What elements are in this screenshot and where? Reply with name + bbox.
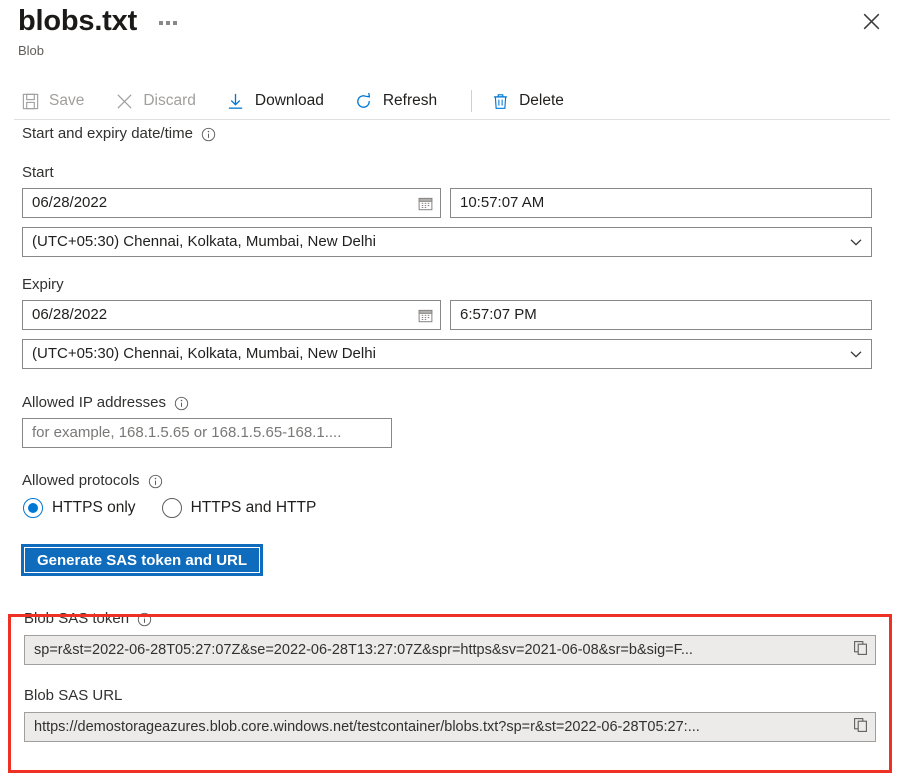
start-timezone-select[interactable]: (UTC+05:30) Chennai, Kolkata, Mumbai, Ne…: [22, 227, 872, 257]
generate-sas-button[interactable]: Generate SAS token and URL: [22, 545, 262, 575]
radio-https-and-http-label: HTTPS and HTTP: [191, 499, 317, 517]
save-button[interactable]: Save: [18, 84, 96, 118]
page-title: blobs.txt: [18, 2, 137, 40]
copy-icon[interactable]: [847, 717, 869, 737]
datetime-section-label: Start and expiry date/time: [22, 124, 902, 144]
expiry-label: Expiry: [22, 275, 902, 295]
command-bar-divider: [471, 90, 472, 112]
info-icon[interactable]: [137, 612, 152, 627]
radio-https-only-label: HTTPS only: [52, 499, 136, 517]
download-button[interactable]: Download: [224, 84, 336, 118]
start-row: 06/28/2022 10:57:07 AM: [22, 188, 872, 218]
ellipsis-dot-icon: [166, 21, 170, 25]
blob-sas-token-label: Blob SAS token: [24, 609, 902, 629]
start-label: Start: [22, 163, 902, 183]
close-icon: [862, 12, 881, 34]
delete-button-label: Delete: [519, 92, 564, 110]
expiry-date-value: 06/28/2022: [32, 301, 414, 329]
allowed-protocols-label-text: Allowed protocols: [22, 471, 140, 491]
refresh-icon: [354, 91, 374, 111]
calendar-icon[interactable]: [414, 196, 433, 211]
start-timezone-value: (UTC+05:30) Chennai, Kolkata, Mumbai, Ne…: [32, 228, 844, 256]
blob-sas-token-field[interactable]: sp=r&st=2022-06-28T05:27:07Z&se=2022-06-…: [24, 635, 876, 665]
radio-indicator-selected: [23, 498, 43, 518]
blob-sas-token-label-text: Blob SAS token: [24, 609, 129, 629]
radio-indicator: [162, 498, 182, 518]
expiry-row: 06/28/2022 6:57:07 PM: [22, 300, 872, 330]
blob-sas-url-label: Blob SAS URL: [24, 686, 902, 706]
close-button[interactable]: [854, 6, 888, 40]
generate-button-wrap: Generate SAS token and URL: [22, 545, 902, 575]
start-time-value: 10:57:07 AM: [460, 189, 864, 217]
blob-sas-token-value: sp=r&st=2022-06-28T05:27:07Z&se=2022-06-…: [34, 642, 847, 658]
calendar-icon[interactable]: [414, 308, 433, 323]
refresh-button-label: Refresh: [383, 92, 437, 110]
blob-sas-url-field[interactable]: https://demostorageazures.blob.core.wind…: [24, 712, 876, 742]
blade-header: blobs.txt Blob: [0, 0, 902, 72]
radio-https-only[interactable]: HTTPS only: [23, 498, 136, 518]
more-commands-button[interactable]: [155, 11, 181, 31]
allowed-protocols-group: HTTPS only HTTPS and HTTP: [23, 498, 902, 518]
expiry-time-value: 6:57:07 PM: [460, 301, 864, 329]
refresh-button[interactable]: Refresh: [352, 84, 449, 118]
command-bar: Save Discard Download: [0, 82, 902, 120]
discard-button[interactable]: Discard: [112, 84, 208, 118]
blob-sas-url-value: https://demostorageazures.blob.core.wind…: [34, 719, 847, 735]
start-date-input[interactable]: 06/28/2022: [22, 188, 441, 218]
radio-https-and-http[interactable]: HTTPS and HTTP: [162, 498, 317, 518]
info-icon[interactable]: [174, 396, 189, 411]
sas-form: Start and expiry date/time Start 06/28/2…: [0, 124, 902, 742]
blob-sas-blade: blobs.txt Blob: [0, 0, 902, 781]
start-date-value: 06/28/2022: [32, 189, 414, 217]
ellipsis-dot-icon: [159, 21, 163, 25]
command-bar-separator: [14, 119, 890, 120]
delete-button[interactable]: Delete: [488, 84, 576, 118]
allowed-ip-placeholder: for example, 168.1.5.65 or 168.1.5.65-16…: [32, 419, 384, 447]
info-icon[interactable]: [201, 127, 216, 142]
save-icon: [20, 91, 40, 111]
info-icon[interactable]: [148, 474, 163, 489]
discard-icon: [114, 91, 134, 111]
chevron-down-icon[interactable]: [844, 234, 864, 250]
expiry-time-input[interactable]: 6:57:07 PM: [450, 300, 872, 330]
discard-button-label: Discard: [143, 92, 196, 110]
ellipsis-dot-icon: [173, 21, 177, 25]
allowed-ip-label-text: Allowed IP addresses: [22, 393, 166, 413]
expiry-timezone-select[interactable]: (UTC+05:30) Chennai, Kolkata, Mumbai, Ne…: [22, 339, 872, 369]
allowed-ip-label: Allowed IP addresses: [22, 393, 902, 413]
allowed-protocols-label: Allowed protocols: [22, 471, 902, 491]
delete-icon: [490, 91, 510, 111]
save-button-label: Save: [49, 92, 84, 110]
download-button-label: Download: [255, 92, 324, 110]
allowed-ip-input[interactable]: for example, 168.1.5.65 or 168.1.5.65-16…: [22, 418, 392, 448]
expiry-date-input[interactable]: 06/28/2022: [22, 300, 441, 330]
title-row: blobs.txt: [18, 2, 181, 40]
copy-icon[interactable]: [847, 640, 869, 660]
chevron-down-icon[interactable]: [844, 346, 864, 362]
expiry-timezone-value: (UTC+05:30) Chennai, Kolkata, Mumbai, Ne…: [32, 340, 844, 368]
start-time-input[interactable]: 10:57:07 AM: [450, 188, 872, 218]
download-icon: [226, 91, 246, 111]
blade-subtitle: Blob: [18, 43, 44, 59]
blob-sas-url-label-text: Blob SAS URL: [24, 686, 122, 706]
datetime-section-text: Start and expiry date/time: [22, 124, 193, 144]
